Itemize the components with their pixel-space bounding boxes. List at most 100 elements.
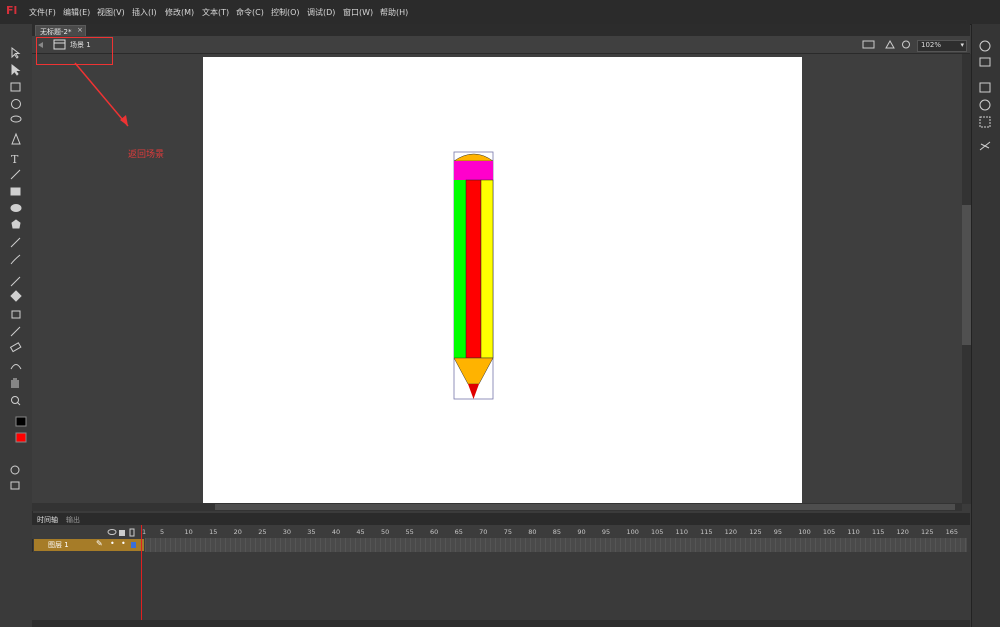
menu-help[interactable]: 帮助(H) [380, 7, 408, 18]
outline-icon [129, 528, 135, 537]
playhead[interactable] [141, 525, 142, 627]
visible-dot[interactable]: • [110, 539, 115, 548]
frame-label: 110 [675, 528, 688, 536]
scene-bar [32, 36, 970, 54]
frame-label: 75 [503, 528, 512, 536]
free-transform-icon [10, 82, 21, 92]
oval-tool-icon [10, 204, 22, 212]
frame-label: 70 [479, 528, 488, 536]
right-panel-dock [971, 24, 1000, 627]
frame-label: 1 [142, 528, 147, 536]
frame-label: 15 [209, 528, 218, 536]
selection-tool-icon [11, 46, 21, 59]
menu-insert[interactable]: 插入(I) [132, 7, 157, 18]
frame-label: 115 [871, 528, 885, 536]
align-panel-icon [979, 82, 991, 93]
frame-label: 65 [454, 528, 463, 536]
menu-text[interactable]: 文本(T) [202, 7, 229, 18]
frame-label: 125 [921, 528, 934, 536]
deco-tool-icon [10, 364, 22, 370]
tab-timeline[interactable]: 时间轴 [37, 515, 58, 525]
document-tab-strip [32, 24, 970, 36]
pencil-stripe-green [454, 180, 466, 358]
menu-file[interactable]: 文件(F) [29, 7, 56, 18]
frame-label: 30 [282, 528, 292, 536]
swatches-panel-icon [979, 57, 991, 67]
pencil-drawing[interactable] [203, 57, 802, 503]
timeline-controls [32, 620, 970, 627]
lock-dot[interactable]: • [121, 539, 126, 548]
info-panel-icon [979, 99, 991, 111]
hand-tool-icon [11, 378, 19, 388]
pencil-tip-wood [453, 357, 494, 385]
edit-symbols-icon [885, 39, 895, 49]
snap-icon [10, 481, 20, 490]
fill-color-swatch [15, 432, 27, 443]
pen-icon [11, 132, 21, 145]
frame-label: 10 [184, 528, 193, 536]
outline-swatch[interactable] [131, 542, 136, 548]
stage-canvas[interactable] [203, 57, 802, 503]
timeline-tabs: 时间轴 输出 [32, 513, 970, 525]
frame-grid[interactable] [145, 538, 967, 552]
close-icon[interactable]: × [77, 26, 83, 34]
frame-label: 115 [700, 528, 713, 536]
menu-command[interactable]: 命令(C) [236, 7, 264, 18]
polystar-icon [11, 219, 21, 229]
zoom-value: 102% [921, 41, 942, 49]
eye-icon [107, 529, 117, 535]
frame-label: 60 [430, 528, 439, 536]
frame-label: 25 [258, 528, 267, 536]
frame-label: 100 [626, 528, 639, 536]
layer-row[interactable]: 图层 1 ✎ • • [34, 539, 144, 551]
frame-label: 95 [773, 528, 783, 536]
frame-label: 120 [724, 528, 738, 536]
tools-panel: T [0, 24, 33, 627]
frame-label: 85 [552, 528, 562, 536]
chevron-down-icon[interactable]: ▾ [960, 41, 964, 49]
line-tool-icon [10, 169, 21, 180]
pencil-tool-icon [10, 237, 21, 248]
color-panel-icon [979, 40, 991, 52]
layer-name[interactable]: 图层 1 [48, 540, 69, 550]
eraser-icon [9, 342, 22, 353]
text-tool-icon: T [11, 153, 19, 166]
annotation-arrow [74, 62, 129, 127]
vertical-scroll-thumb[interactable] [962, 205, 971, 345]
menu-modify[interactable]: 修改(M) [165, 7, 194, 18]
zoom-tool-icon [11, 396, 19, 404]
rectangle-tool-icon [10, 187, 21, 196]
frame-label: 110 [847, 528, 860, 536]
eyedropper-icon [10, 326, 21, 337]
frame-label: 50 [380, 528, 390, 536]
menu-window[interactable]: 窗口(W) [343, 7, 373, 18]
pencil-stripe-red [465, 179, 482, 359]
annotation-text: 返回场景 [128, 150, 165, 160]
pencil-eraser-cap [453, 153, 494, 162]
tab-output[interactable]: 输出 [66, 515, 80, 525]
menu-control[interactable]: 控制(O) [271, 7, 300, 18]
app-logo: Fl [6, 4, 18, 17]
zoom-select[interactable]: 102% ▾ [917, 40, 967, 52]
frame-label: 45 [356, 528, 365, 536]
object-drawing-icon [10, 465, 20, 475]
ink-bottle-icon [11, 310, 21, 319]
components-panel-icon [979, 141, 991, 151]
menu-debug[interactable]: 调试(D) [307, 7, 335, 18]
frame-label: 105 [822, 528, 836, 536]
edit-scene-icon [862, 40, 875, 49]
frame-label: 20 [233, 528, 242, 536]
frame-label: 165 [945, 528, 959, 536]
menu-edit[interactable]: 编辑(E) [63, 7, 90, 18]
3d-rotation-icon [11, 99, 21, 109]
paint-bucket-icon [10, 290, 22, 302]
frame-label: 35 [307, 528, 316, 536]
horizontal-scroll-thumb[interactable] [215, 504, 955, 510]
brush-tool-icon [10, 254, 21, 265]
frame-label: 5 [160, 528, 165, 536]
pencil-stripe-yellow [480, 179, 494, 359]
subselection-tool-icon [11, 63, 21, 76]
frame-label: 100 [798, 528, 811, 536]
frame-label: 105 [651, 528, 664, 536]
menu-view[interactable]: 视图(V) [97, 7, 125, 18]
